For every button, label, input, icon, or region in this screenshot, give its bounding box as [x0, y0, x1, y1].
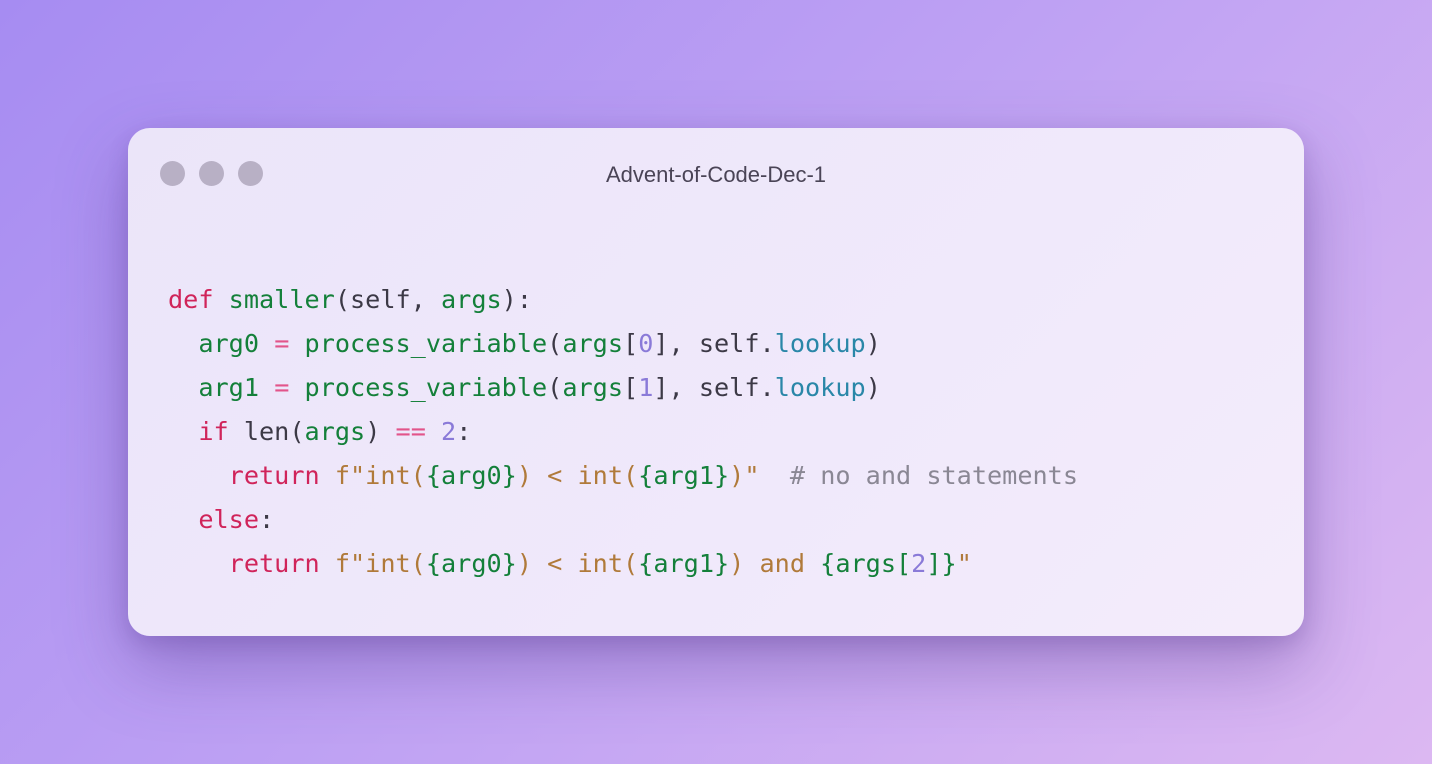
- code-line-1: def smaller(self, args):: [168, 278, 1078, 322]
- code-token: ):: [501, 285, 532, 314]
- code-token: else: [198, 505, 260, 534]
- code-token: ], self.: [653, 373, 775, 402]
- code-token: 2: [441, 417, 457, 446]
- code-token: ]}: [926, 549, 957, 578]
- code-token: 0: [638, 329, 654, 358]
- code-token: ==: [395, 417, 426, 446]
- code-token: =: [274, 329, 290, 358]
- code-token: ) < int(: [516, 461, 639, 490]
- code-token: ): [865, 373, 881, 402]
- code-token: {arg1}: [638, 461, 730, 490]
- code-token: ): [365, 417, 396, 446]
- code-window: Advent-of-Code-Dec-1 def smaller(self, a…: [128, 128, 1304, 636]
- code-token: lookup: [774, 373, 866, 402]
- code-token: (: [547, 329, 563, 358]
- code-token: (self,: [334, 285, 441, 314]
- code-token: def: [168, 285, 214, 314]
- code-token: args: [562, 329, 624, 358]
- code-token: (: [547, 373, 563, 402]
- code-token: arg0: [198, 329, 260, 358]
- code-token: 1: [638, 373, 654, 402]
- code-token: smaller: [228, 285, 335, 314]
- code-token: process_variable: [304, 329, 548, 358]
- code-line-6: else:: [168, 498, 1078, 542]
- code-token: 2: [911, 549, 927, 578]
- code-line-5: return f"int({arg0}) < int({arg1})" # no…: [168, 454, 1078, 498]
- code-token: lookup: [774, 329, 866, 358]
- code-token: [: [623, 373, 639, 402]
- code-token: len(: [228, 417, 305, 446]
- code-token: {args[: [820, 549, 912, 578]
- code-token: arg1: [198, 373, 260, 402]
- code-token: return: [228, 461, 320, 490]
- code-token: args: [562, 373, 624, 402]
- code-token: f"int(: [334, 549, 426, 578]
- code-token: f"int(: [334, 461, 426, 490]
- code-token: ) and: [729, 549, 821, 578]
- code-token: # no and statements: [789, 461, 1078, 490]
- code-token: [: [623, 329, 639, 358]
- code-token: process_variable: [304, 373, 548, 402]
- code-line-7: return f"int({arg0}) < int({arg1}) and {…: [168, 542, 1078, 586]
- code-token: :: [259, 505, 275, 534]
- code-line-2: arg0 = process_variable(args[0], self.lo…: [168, 322, 1078, 366]
- code-token: {arg1}: [638, 549, 730, 578]
- window-title: Advent-of-Code-Dec-1: [605, 162, 827, 187]
- code-token: ): [865, 329, 881, 358]
- code-line-4: if len(args) == 2:: [168, 410, 1078, 454]
- code-token: =: [274, 373, 290, 402]
- code-token: ": [956, 549, 972, 578]
- code-token: {arg0}: [425, 549, 517, 578]
- code-token: return: [228, 549, 320, 578]
- code-line-3: arg1 = process_variable(args[1], self.lo…: [168, 366, 1078, 410]
- code-token: ], self.: [653, 329, 775, 358]
- code-token: )": [729, 461, 760, 490]
- code-token: args: [304, 417, 366, 446]
- code-token: :: [456, 417, 472, 446]
- code-block: def smaller(self, args): arg0 = process_…: [168, 278, 1078, 586]
- code-token: ) < int(: [516, 549, 639, 578]
- code-token: args: [440, 285, 502, 314]
- code-token: {arg0}: [425, 461, 517, 490]
- code-token: if: [198, 417, 229, 446]
